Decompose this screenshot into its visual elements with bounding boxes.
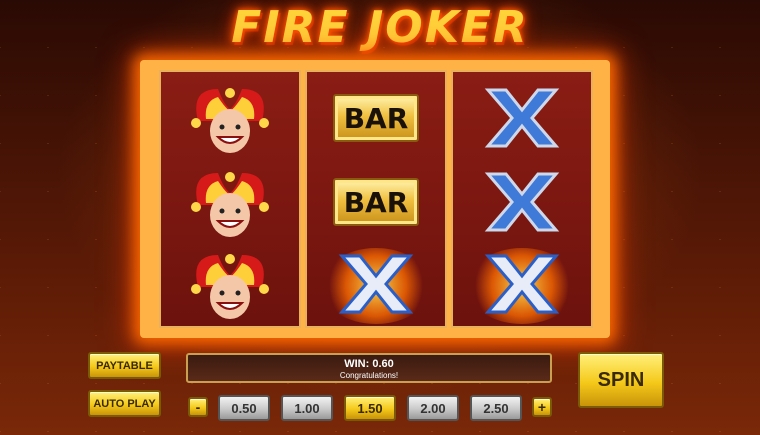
- reel-1: [159, 70, 301, 328]
- win-line: WIN: 0.60: [188, 358, 550, 370]
- spin-button[interactable]: SPIN: [578, 352, 664, 408]
- reel-3: [451, 70, 593, 328]
- reel-1-cell-1: [161, 76, 299, 160]
- reel-2: BAR BAR: [305, 70, 447, 328]
- reel-1-cell-2: [161, 160, 299, 244]
- paytable-button[interactable]: PAYTABLE: [88, 352, 161, 379]
- reel-1-cell-3: [161, 242, 299, 326]
- auto-play-button[interactable]: AUTO PLAY: [88, 390, 161, 417]
- stake-option[interactable]: 1.00: [281, 395, 333, 421]
- win-message: Congratulations!: [339, 371, 399, 380]
- win-panel: WIN: 0.60 Congratulations!: [186, 353, 552, 383]
- reel-2-cell-1: BAR: [307, 76, 445, 160]
- stake-option-selected[interactable]: 1.50: [344, 395, 396, 421]
- reel-2-cell-2: BAR: [307, 160, 445, 244]
- reel-2-cell-3: [307, 242, 445, 326]
- x-symbol-icon: [338, 254, 414, 314]
- win-amount: 0.60: [372, 358, 394, 370]
- bar-symbol: BAR: [333, 94, 419, 142]
- reel-3-cell-3: [453, 242, 591, 326]
- joker-icon: [191, 254, 269, 319]
- joker-icon: [191, 88, 269, 153]
- stake-increase-button[interactable]: +: [532, 397, 552, 417]
- bar-symbol: BAR: [333, 178, 419, 226]
- game-title: FIRE JOKER: [231, 2, 529, 53]
- x-symbol-icon: [484, 172, 560, 232]
- stake-option[interactable]: 2.50: [470, 395, 522, 421]
- stake-decrease-button[interactable]: -: [188, 397, 208, 417]
- reel-3-cell-2: [453, 160, 591, 244]
- stake-option[interactable]: 0.50: [218, 395, 270, 421]
- win-label: WIN:: [344, 358, 370, 370]
- x-symbol-icon: [484, 254, 560, 314]
- stake-option[interactable]: 2.00: [407, 395, 459, 421]
- x-symbol-icon: [484, 88, 560, 148]
- reel-3-cell-1: [453, 76, 591, 160]
- joker-icon: [191, 172, 269, 237]
